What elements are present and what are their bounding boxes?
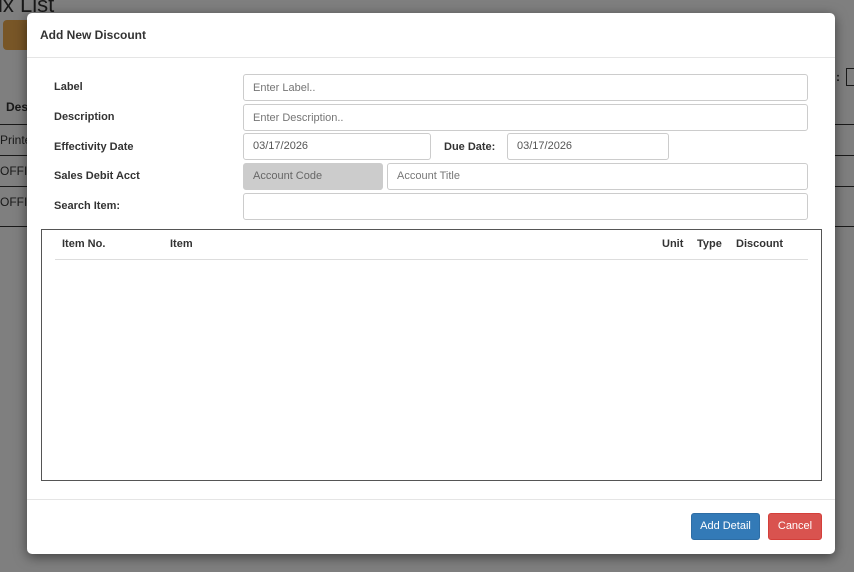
column-item: Item: [170, 238, 193, 250]
due-date-label: Due Date:: [444, 141, 496, 153]
add-discount-modal: Add New Discount Label Description Effec…: [27, 13, 835, 554]
due-date-input[interactable]: 03/17/2026: [507, 133, 669, 160]
sales-debit-acct-label: Sales Debit Acct: [54, 170, 140, 182]
cancel-button[interactable]: Cancel: [768, 513, 822, 540]
label-input[interactable]: [243, 74, 808, 101]
effectivity-date-input[interactable]: 03/17/2026: [243, 133, 431, 160]
search-item-label: Search Item:: [54, 200, 121, 212]
add-detail-button[interactable]: Add Detail: [691, 513, 760, 540]
table-header-divider: [55, 259, 808, 260]
modal-footer-divider: [27, 499, 835, 500]
modal-title: Add New Discount: [27, 13, 835, 58]
items-table: Item No. Item Unit Type Discount: [41, 229, 822, 481]
column-item-no: Item No.: [62, 238, 106, 250]
account-title-input[interactable]: Account Title: [387, 163, 808, 190]
account-code-input[interactable]: Account Code: [243, 163, 383, 190]
label-label: Label: [54, 81, 83, 93]
effectivity-date-label: Effectivity Date: [54, 141, 134, 153]
description-label: Description: [54, 111, 115, 123]
column-type: Type: [697, 238, 722, 250]
description-input[interactable]: [243, 104, 808, 131]
column-discount: Discount: [736, 238, 784, 250]
column-unit: Unit: [662, 238, 684, 250]
search-item-input[interactable]: [243, 193, 808, 220]
